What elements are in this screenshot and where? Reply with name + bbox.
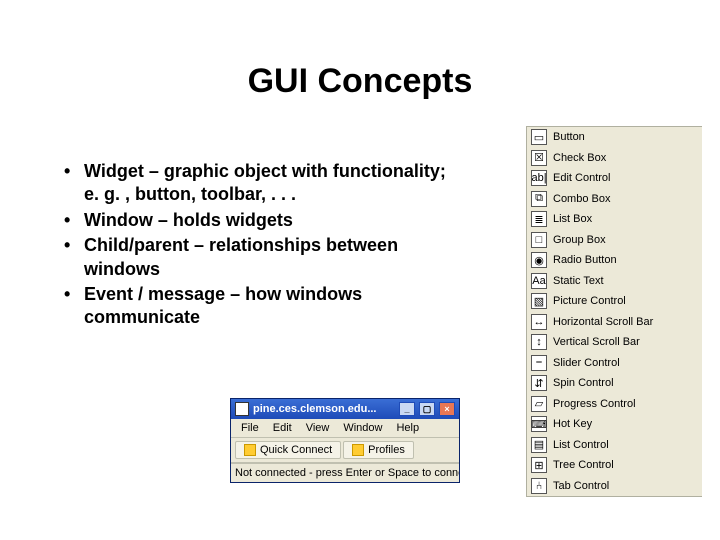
toolbox-item-label: Static Text <box>553 275 604 287</box>
slider-icon: ⎯ <box>531 355 547 371</box>
toolbox-item[interactable]: □ Group Box <box>527 230 702 251</box>
toolbox-item-label: Edit Control <box>553 172 610 184</box>
bullet-item: Window – holds widgets <box>60 209 460 232</box>
toolbox-item[interactable]: ⇵ Spin Control <box>527 373 702 394</box>
toolbox-item-label: Picture Control <box>553 295 626 307</box>
hscroll-icon: ↔ <box>531 314 547 330</box>
toolbox-item-label: Vertical Scroll Bar <box>553 336 640 348</box>
groupbox-icon: □ <box>531 232 547 248</box>
list-ctrl-icon: ▤ <box>531 437 547 453</box>
toolbar-button[interactable]: Profiles <box>343 441 414 459</box>
hotkey-icon: ⌨ <box>531 416 547 432</box>
toolbox-item[interactable]: ⑃ Tab Control <box>527 476 702 497</box>
edit-icon: ab| <box>531 170 547 186</box>
toolbox-item-label: List Control <box>553 439 609 451</box>
listbox-icon: ≣ <box>531 211 547 227</box>
close-button[interactable]: × <box>439 402 455 416</box>
bullet-item: Widget – graphic object with functionali… <box>60 160 460 207</box>
toolbox-item[interactable]: ⎯ Slider Control <box>527 353 702 374</box>
menu-item[interactable]: View <box>300 421 336 435</box>
status-bar: Not connected - press Enter or Space to … <box>231 463 459 482</box>
toolbox-item[interactable]: ▭ Button <box>527 127 702 148</box>
toolbox-item[interactable]: ▱ Progress Control <box>527 394 702 415</box>
bullet-item: Child/parent – relationships between win… <box>60 234 460 281</box>
menu-item[interactable]: Help <box>390 421 425 435</box>
terminal-window: pine.ces.clemson.edu... _ ▢ × FileEditVi… <box>230 398 460 483</box>
toolbox-item-label: Tab Control <box>553 480 609 492</box>
toolbox-item-label: Group Box <box>553 234 606 246</box>
toolbox-item[interactable]: ↔ Horizontal Scroll Bar <box>527 312 702 333</box>
window-toolbar: Quick Connect Profiles <box>231 438 459 463</box>
toolbox-item[interactable]: Aa Static Text <box>527 271 702 292</box>
toolbox-item-label: Slider Control <box>553 357 620 369</box>
checkbox-icon: ☒ <box>531 150 547 166</box>
toolbox-item[interactable]: ◉ Radio Button <box>527 250 702 271</box>
toolbar-button[interactable]: Quick Connect <box>235 441 341 459</box>
combobox-icon: ⧉ <box>531 191 547 207</box>
toolbox-item[interactable]: ☒ Check Box <box>527 148 702 169</box>
toolbox-item-label: Horizontal Scroll Bar <box>553 316 653 328</box>
tab-icon: ⑃ <box>531 478 547 494</box>
slide-title: GUI Concepts <box>0 0 720 121</box>
window-titlebar[interactable]: pine.ces.clemson.edu... _ ▢ × <box>231 399 459 419</box>
toolbox-item-label: Combo Box <box>553 193 610 205</box>
toolbox-item-label: Progress Control <box>553 398 636 410</box>
folder-icon <box>352 444 364 456</box>
toolbox-item[interactable]: ▧ Picture Control <box>527 291 702 312</box>
folder-icon <box>244 444 256 456</box>
toolbox-item-label: List Box <box>553 213 592 225</box>
toolbox-item-label: Radio Button <box>553 254 617 266</box>
vscroll-icon: ↕ <box>531 334 547 350</box>
bullet-item: Event / message – how windows communicat… <box>60 283 460 330</box>
toolbox-item[interactable]: ▤ List Control <box>527 435 702 456</box>
static-text-icon: Aa <box>531 273 547 289</box>
toolbox-item-label: Spin Control <box>553 377 614 389</box>
toolbox-item-label: Tree Control <box>553 459 614 471</box>
button-icon: ▭ <box>531 129 547 145</box>
menu-bar: FileEditViewWindowHelp <box>231 419 459 438</box>
tree-icon: ⊞ <box>531 457 547 473</box>
minimize-button[interactable]: _ <box>399 402 415 416</box>
app-icon <box>235 402 249 416</box>
bullet-area: Widget – graphic object with functionali… <box>60 160 460 332</box>
maximize-button[interactable]: ▢ <box>419 402 435 416</box>
toolbox-item[interactable]: ⧉ Combo Box <box>527 189 702 210</box>
toolbox-item[interactable]: ⊞ Tree Control <box>527 455 702 476</box>
toolbox-item-label: Hot Key <box>553 418 592 430</box>
toolbox-item-label: Button <box>553 131 585 143</box>
menu-item[interactable]: File <box>235 421 265 435</box>
toolbar-button-label: Profiles <box>368 444 405 456</box>
picture-icon: ▧ <box>531 293 547 309</box>
menu-item[interactable]: Edit <box>267 421 298 435</box>
toolbar-button-label: Quick Connect <box>260 444 332 456</box>
control-toolbox: ▭ Button ☒ Check Box ab| Edit Control ⧉ Combo B… <box>526 126 702 497</box>
toolbox-item-label: Check Box <box>553 152 606 164</box>
toolbox-item[interactable]: ≣ List Box <box>527 209 702 230</box>
window-title: pine.ces.clemson.edu... <box>253 403 377 415</box>
progress-icon: ▱ <box>531 396 547 412</box>
radio-icon: ◉ <box>531 252 547 268</box>
toolbox-item[interactable]: ab| Edit Control <box>527 168 702 189</box>
spin-icon: ⇵ <box>531 375 547 391</box>
menu-item[interactable]: Window <box>337 421 388 435</box>
toolbox-item[interactable]: ⌨ Hot Key <box>527 414 702 435</box>
toolbox-item[interactable]: ↕ Vertical Scroll Bar <box>527 332 702 353</box>
